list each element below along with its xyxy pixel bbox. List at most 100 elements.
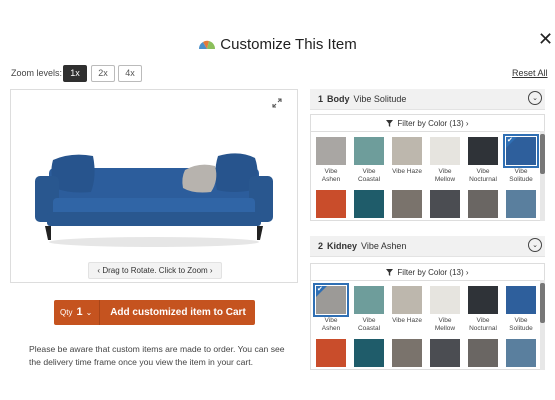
swatch-chip — [468, 190, 498, 218]
quantity-select[interactable]: Qty 1 ⌄ — [54, 300, 100, 325]
qty-value: 1 — [76, 306, 83, 318]
swatch-name: Vibe Solitude — [509, 168, 533, 183]
chevron-right-icon: › — [209, 266, 213, 275]
filter-funnel-icon — [386, 269, 394, 276]
color-swatch[interactable]: ✔ Vibe Ashen — [313, 283, 349, 333]
cart-action-bar: Qty 1 ⌄ Add customized item to Cart — [54, 300, 255, 325]
swatch-chip — [392, 137, 422, 165]
checkmark-icon: ✔ — [506, 137, 517, 148]
expand-icon[interactable] — [272, 98, 282, 108]
color-swatch[interactable] — [392, 190, 422, 218]
checkmark-icon: ✔ — [316, 286, 327, 297]
chevron-down-icon: ⌄ — [85, 308, 93, 317]
made-to-order-notice: Please be aware that custom items are ma… — [29, 344, 285, 367]
swatch-chip — [430, 190, 460, 218]
swatch-name: Vibe Mellow — [434, 168, 456, 183]
filter-funnel-icon — [386, 120, 394, 127]
section-number: 1 — [318, 94, 324, 104]
color-swatch[interactable] — [316, 190, 346, 218]
swatch-name: Vibe Coastal — [357, 168, 381, 183]
swatch-chip — [354, 190, 384, 218]
chevron-down-icon[interactable]: ⌄ — [528, 91, 542, 105]
color-swatch[interactable]: Vibe Solitude — [506, 286, 536, 333]
swatch-chip — [392, 286, 422, 314]
color-swatch[interactable]: Vibe Mellow — [430, 137, 460, 184]
section-name: Body — [327, 94, 350, 104]
swatch-chip — [354, 339, 384, 367]
swatch-chip — [392, 190, 422, 218]
section-header-kidney[interactable]: 2 Kidney Vibe Ashen ⌄ — [310, 236, 545, 257]
chevron-right-icon: › — [465, 119, 469, 128]
rotate-zoom-hint[interactable]: ‹ Drag to Rotate. Click to Zoom › — [88, 262, 222, 279]
swatch-name: Vibe Haze — [392, 168, 422, 175]
color-swatch[interactable]: Vibe Coastal — [354, 286, 384, 333]
color-swatch[interactable]: Vibe Haze — [392, 286, 422, 325]
swatch-name: Vibe Solitude — [509, 317, 533, 332]
color-swatch[interactable] — [354, 339, 384, 367]
color-swatch[interactable] — [430, 190, 460, 218]
color-swatch[interactable] — [430, 339, 460, 367]
swatch-chip — [468, 339, 498, 367]
zoom-2x-button[interactable]: 2x — [91, 65, 115, 82]
swatch-chip — [392, 339, 422, 367]
reset-all-link[interactable]: Reset All — [512, 68, 548, 78]
scrollbar[interactable] — [540, 280, 545, 370]
color-swatch[interactable]: Vibe Ashen — [316, 137, 346, 184]
swatch-chip — [468, 286, 498, 314]
color-swatch[interactable] — [468, 190, 498, 218]
color-swatch[interactable]: Vibe Nocturnal — [468, 286, 498, 333]
color-swatch[interactable]: Vibe Haze — [392, 137, 422, 176]
color-swatch[interactable] — [506, 190, 536, 218]
color-swatch[interactable] — [316, 339, 346, 367]
swatch-chip — [316, 190, 346, 218]
filter-by-color-button[interactable]: Filter by Color (13) › — [310, 114, 545, 131]
zoom-1x-button[interactable]: 1x — [63, 65, 87, 82]
filter-label: Filter by Color (13) — [397, 119, 464, 128]
close-icon[interactable]: ✕ — [538, 30, 553, 48]
scrollbar-thumb[interactable] — [540, 283, 545, 323]
section-selection: Vibe Ashen — [361, 241, 407, 251]
color-swatch[interactable]: ✔ Vibe Solitude — [503, 134, 539, 184]
color-swatch[interactable] — [354, 190, 384, 218]
qty-label: Qty — [60, 308, 73, 317]
zoom-levels-label: Zoom levels: — [11, 68, 63, 78]
swatch-grid-body: Vibe Ashen Vibe Coastal Vibe Haze Vibe Mell… — [310, 131, 545, 221]
color-swatch[interactable] — [392, 339, 422, 367]
chevron-left-icon: ‹ — [97, 266, 101, 275]
color-swatch[interactable] — [468, 339, 498, 367]
section-header-body[interactable]: 1 Body Vibe Solitude ⌄ — [310, 89, 545, 110]
swatch-chip — [316, 339, 346, 367]
filter-by-color-button[interactable]: Filter by Color (13) › — [310, 263, 545, 280]
swatch-chip — [316, 137, 346, 165]
chevron-right-icon: › — [465, 268, 469, 277]
swatch-grid-kidney: ✔ Vibe Ashen Vibe Coastal Vibe Haze Vibe Mel… — [310, 280, 545, 370]
add-to-cart-button[interactable]: Add customized item to Cart — [101, 300, 255, 325]
swatch-name: Vibe Ashen — [321, 168, 341, 183]
swatch-name: Vibe Mellow — [434, 317, 456, 332]
swatch-chip: ✔ — [503, 134, 539, 168]
scrollbar-thumb[interactable] — [540, 134, 545, 174]
swatch-name: Vibe Haze — [392, 317, 422, 324]
swatch-chip — [430, 286, 460, 314]
section-number: 2 — [318, 241, 324, 251]
scrollbar[interactable] — [540, 131, 545, 221]
swatch-name: Vibe Ashen — [321, 317, 341, 332]
swatch-chip — [354, 137, 384, 165]
swatch-chip — [506, 286, 536, 314]
hint-text: Drag to Rotate. Click to Zoom — [102, 266, 208, 275]
color-swatch[interactable]: Vibe Mellow — [430, 286, 460, 333]
color-swatch[interactable]: Vibe Nocturnal — [468, 137, 498, 184]
modal-header: Customize This Item — [0, 36, 555, 53]
color-swatch[interactable]: Vibe Coastal — [354, 137, 384, 184]
swatch-chip — [430, 137, 460, 165]
modal-title: Customize This Item — [220, 36, 357, 53]
chevron-down-icon[interactable]: ⌄ — [528, 238, 542, 252]
zoom-4x-button[interactable]: 4x — [118, 65, 142, 82]
color-swatch[interactable] — [506, 339, 536, 367]
swatch-chip — [506, 339, 536, 367]
swatch-name: Vibe Coastal — [357, 317, 381, 332]
brand-fan-logo-icon — [199, 40, 216, 49]
swatch-chip — [506, 190, 536, 218]
swatch-name: Vibe Nocturnal — [469, 168, 497, 183]
filter-label: Filter by Color (13) — [397, 268, 464, 277]
